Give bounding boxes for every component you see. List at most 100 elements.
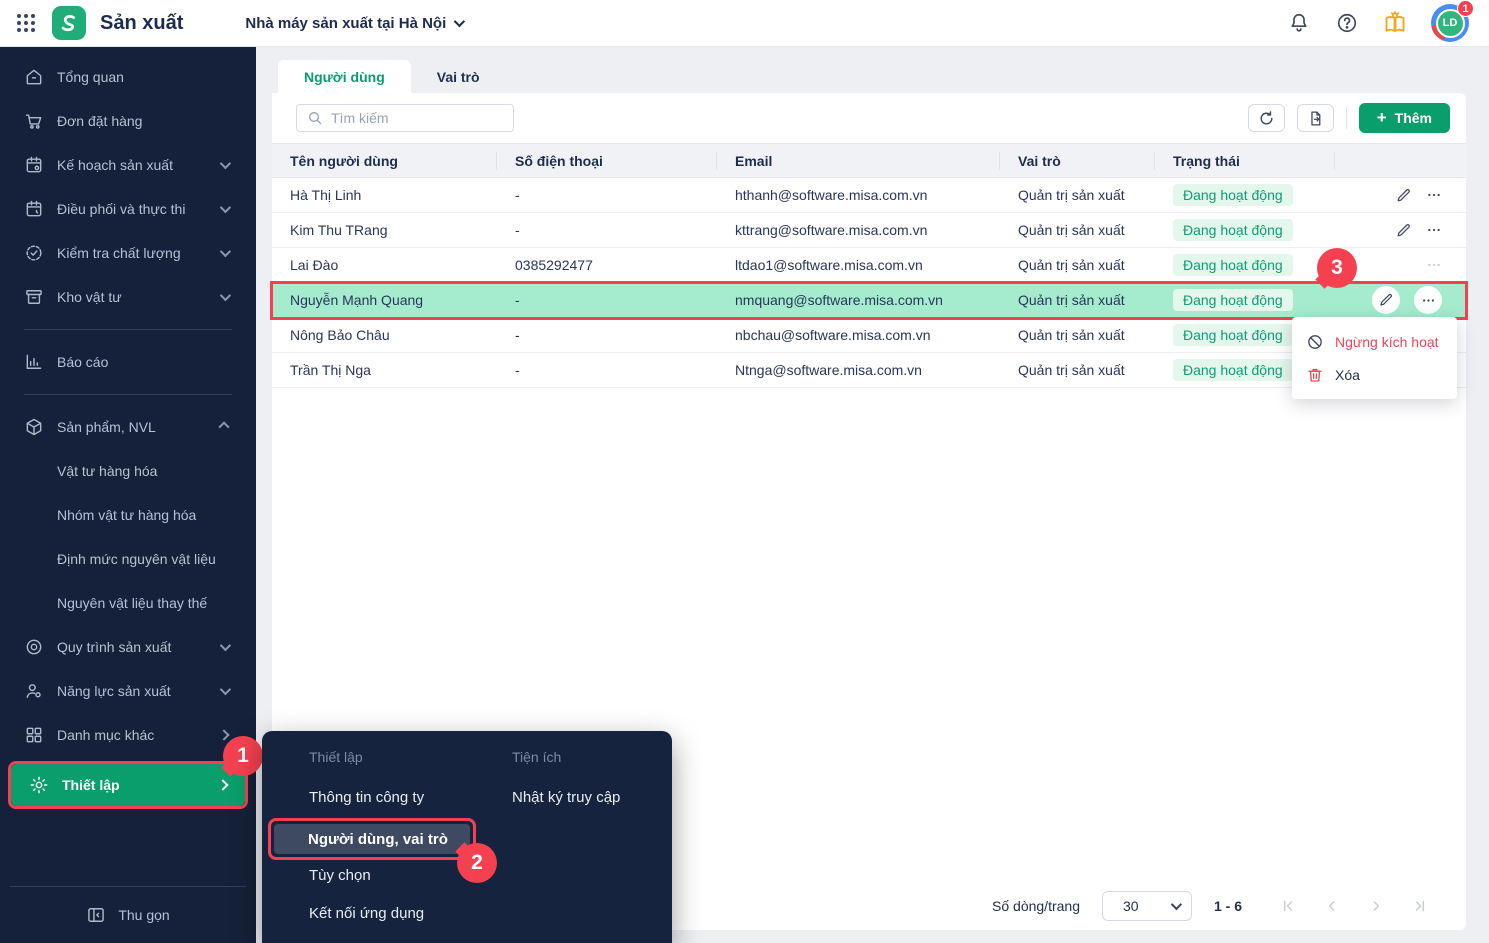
annotation-step-3: 3 [1317,248,1357,288]
sidebar-subitem-vat-tu-hang-hoa[interactable]: Vật tư hàng hóa [0,449,256,493]
popup-item-thong-tin-cong-ty[interactable]: Thông tin công ty [309,789,424,806]
refresh-button[interactable] [1247,104,1285,132]
table-row-selected[interactable]: Nguyễn Mạnh Quang - nmquang@software.mis… [270,281,1468,320]
chevron-down-icon [1170,898,1183,911]
search-box[interactable] [296,104,514,132]
first-page-button[interactable] [1280,898,1296,914]
column-header-name[interactable]: Tên người dùng [272,151,497,170]
cell-role: Quản trị sản xuất [1018,222,1125,238]
page-size-select[interactable]: 30 [1101,891,1192,921]
home-icon [26,69,42,85]
popup-item-nguoi-dung-vai-tro[interactable]: Người dùng, vai trò [274,824,470,854]
sidebar-item-kho-vat-tu[interactable]: Kho vật tư [0,275,256,319]
tips-guide-icon[interactable] [1383,11,1407,35]
sidebar-subitem-nhom-vat-tu-hang-hoa[interactable]: Nhóm vật tư hàng hóa [0,493,256,537]
table-row[interactable]: Nông Bảo Châu - nbchau@software.misa.com… [272,318,1466,353]
popup-section-title-utilities: Tiện ích [512,749,562,765]
sidebar-item-danh-muc-khac[interactable]: Danh mục khác [0,713,256,757]
table-row[interactable]: Kim Thu TRang - kttrang@software.misa.co… [272,213,1466,248]
sidebar-item-don-dat-hang[interactable]: Đơn đặt hàng [0,99,256,143]
sidebar-item-ke-hoach-san-xuat[interactable]: Kế hoạch sản xuất [0,143,256,187]
add-user-button[interactable]: + Thêm [1358,103,1450,133]
edit-icon[interactable] [1395,187,1412,204]
sidebar-item-kiem-tra-chat-luong[interactable]: Kiểm tra chất lượng [0,231,256,275]
sidebar-item-quy-trinh-san-xuat[interactable]: Quy trình sản xuất [0,625,256,669]
sidebar-item-dieu-phoi-va-thuc-thi[interactable]: Điều phối và thực thi [0,187,256,231]
workspace-selector[interactable]: Nhà máy sản xuất tại Hà Nội [245,15,466,32]
cell-role: Quản trị sản xuất [1018,187,1125,203]
popup-item-ket-noi-ung-dung[interactable]: Kết nối ứng dụng [309,905,424,922]
last-page-button[interactable] [1412,898,1428,914]
table-row[interactable]: Hà Thị Linh - hthanh@software.misa.com.v… [272,178,1466,213]
app-logo [52,6,86,40]
notification-count-badge: 1 [1457,0,1474,17]
prev-page-button[interactable] [1324,898,1340,914]
collapse-sidebar-button[interactable]: Thu gọn [0,887,256,943]
table-row[interactable]: Trần Thị Nga - Ntnga@software.misa.com.v… [272,353,1466,388]
cell-phone: 0385292477 [515,257,593,273]
chevron-up-icon [218,421,230,433]
edit-icon[interactable] [1395,222,1412,239]
sidebar-subitem-nguyen-vat-lieu-thay-the[interactable]: Nguyên vật liệu thay thế [0,581,256,625]
cell-name: Lai Đào [290,257,339,273]
sidebar-item-label: Kho vật tư [57,289,122,305]
app-launcher-icon[interactable] [14,11,38,35]
cell-email: ltdao1@software.misa.com.vn [735,257,923,273]
tab-nguoi-dung[interactable]: Người dùng [278,60,411,93]
sidebar-item-san-pham-nvl[interactable]: Sản phẩm, NVL [0,405,256,449]
tab-vai-tro[interactable]: Vai trò [411,60,506,93]
trash-icon [1308,368,1322,382]
more-actions-icon[interactable] [1426,222,1442,238]
export-button[interactable] [1296,104,1334,132]
popup-item-nhat-ky-truy-cap[interactable]: Nhật ký truy cập [512,789,620,806]
collapse-label: Thu gọn [118,907,170,923]
table-row[interactable]: Lai Đào 0385292477 ltdao1@software.misa.… [272,248,1466,283]
help-icon[interactable] [1335,11,1359,35]
sidebar-subitem-dinh-muc-nguyen-vat-lieu[interactable]: Định mức nguyên vật liệu [0,537,256,581]
status-badge: Đang hoạt động [1173,219,1293,241]
menu-item-delete[interactable]: Xóa [1292,358,1457,391]
search-input[interactable] [331,110,503,126]
table-header: Tên người dùng Số điện thoại Email Vai t… [272,143,1466,178]
column-header-phone[interactable]: Số điện thoại [497,151,717,170]
refresh-icon [1260,110,1273,124]
column-header-email[interactable]: Email [717,151,1000,170]
chevron-down-icon [219,289,232,302]
gear-icon [30,776,48,794]
page-title: Sản xuất [100,11,184,34]
more-actions-icon[interactable] [1426,187,1442,203]
grid-icon [26,727,42,743]
calendar-clock-icon [26,200,42,217]
status-badge: Đang hoạt động [1173,254,1293,276]
menu-item-deactivate[interactable]: Ngừng kích hoạt [1292,325,1457,358]
menu-item-label: Xóa [1335,366,1360,383]
avatar[interactable]: LD 1 [1431,0,1474,42]
top-header: Sản xuất Nhà máy sản xuất tại Hà Nội LD … [0,0,1489,47]
sidebar-item-thiet-lap[interactable]: Thiết lập [11,764,245,806]
sidebar-item-nang-luc-san-xuat[interactable]: Năng lực sản xuất [0,669,256,713]
popup-item-tuy-chon[interactable]: Tùy chọn [309,867,371,884]
sidebar-item-tong-quan[interactable]: Tổng quan [0,55,256,99]
cell-name: Hà Thị Linh [290,187,362,203]
capacity-person-icon [26,684,41,698]
process-icon [26,639,42,655]
row-context-menu: Ngừng kích hoạt Xóa [1292,317,1457,399]
status-badge: Đang hoạt động [1173,324,1293,346]
edit-icon[interactable] [1372,286,1400,314]
column-header-status[interactable]: Trạng thái [1155,151,1335,170]
sidebar-item-label: Quy trình sản xuất [57,639,172,655]
cell-role: Quản trị sản xuất [1018,257,1125,273]
sidebar-item-label: Đơn đặt hàng [57,113,143,129]
status-badge: Đang hoạt động [1173,289,1293,311]
tab-bar: Người dùng Vai trò [256,47,1489,93]
notification-bell-icon[interactable] [1287,11,1311,35]
more-actions-icon[interactable] [1426,257,1442,273]
chevron-down-icon [219,157,232,170]
more-actions-icon[interactable] [1414,286,1442,314]
next-page-button[interactable] [1368,898,1384,914]
column-header-role[interactable]: Vai trò [1000,151,1155,170]
sidebar-item-label: Năng lực sản xuất [57,683,171,699]
export-file-icon [1311,110,1321,126]
sidebar-item-bao-cao[interactable]: Báo cáo [0,340,256,384]
sidebar-item-label: Danh mục khác [57,727,155,743]
